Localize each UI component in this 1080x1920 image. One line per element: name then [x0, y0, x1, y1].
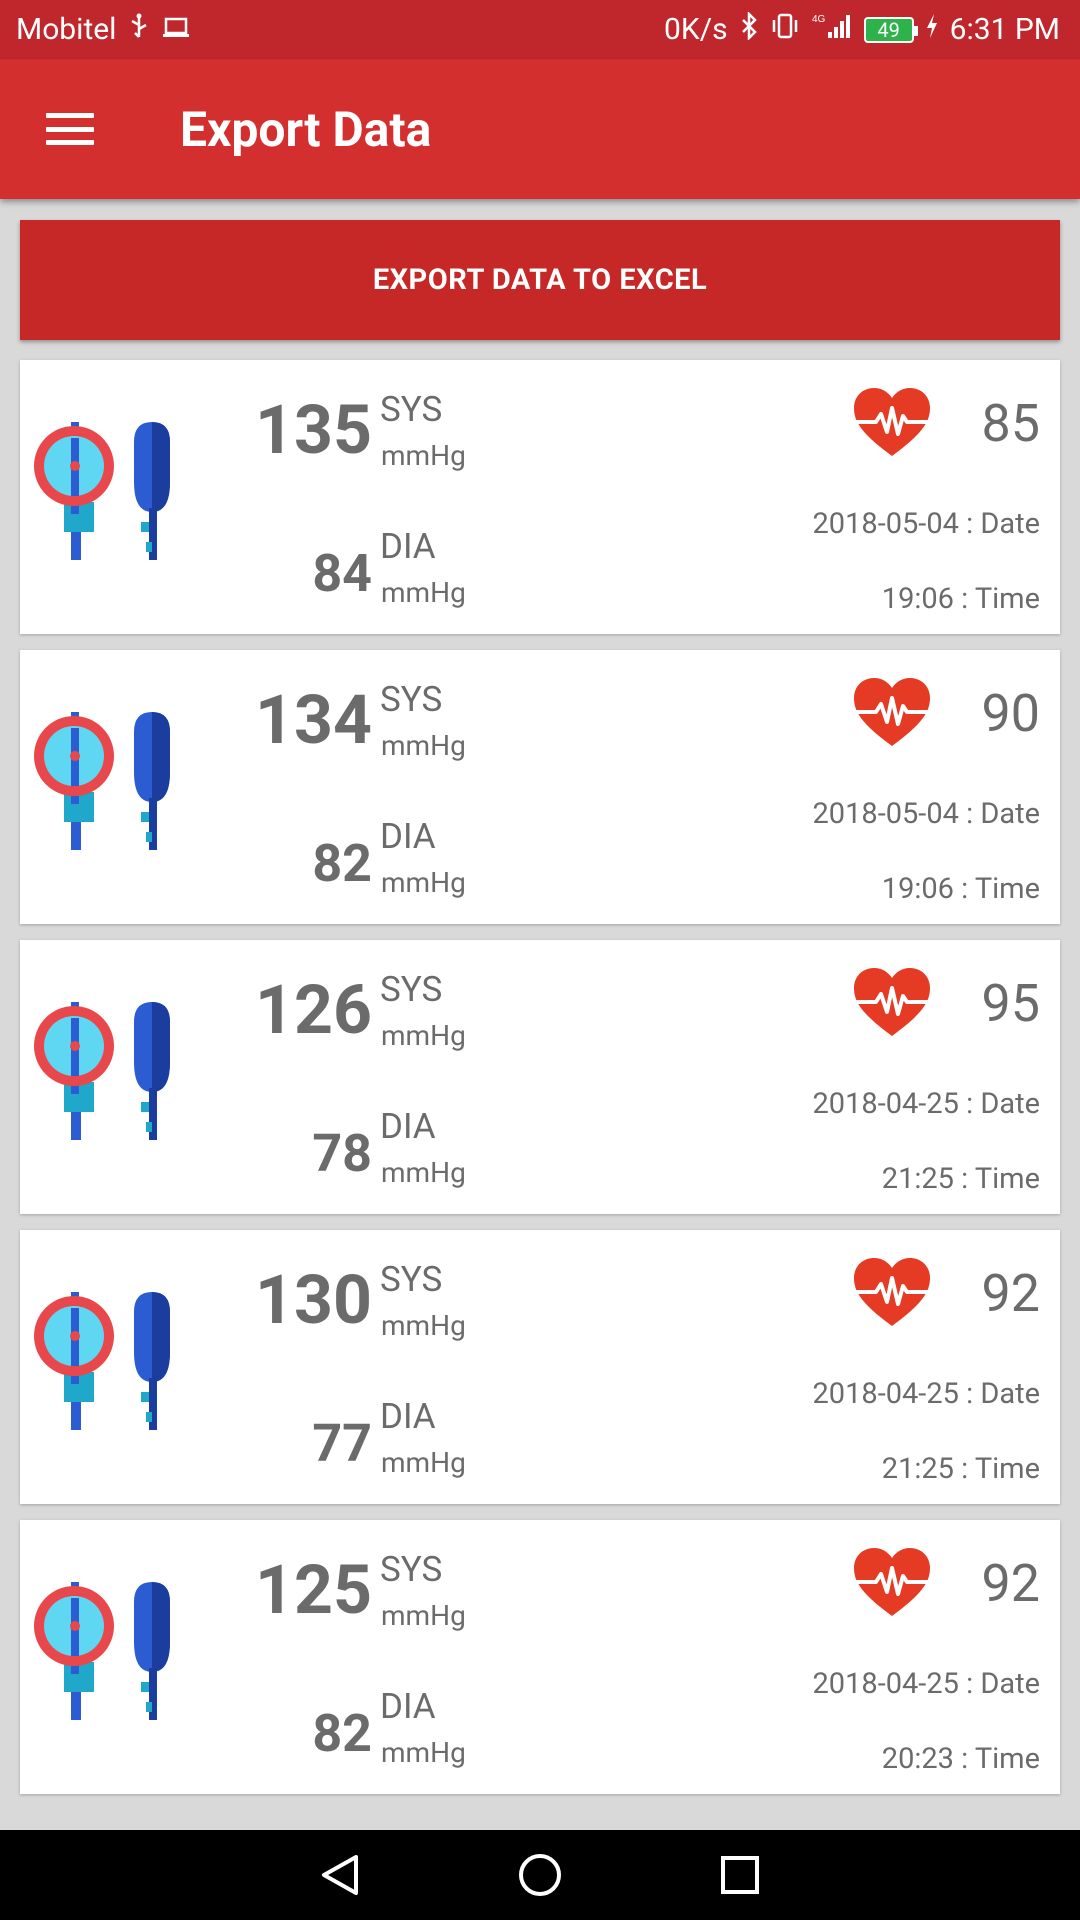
recents-button[interactable] [715, 1850, 765, 1900]
reading-card[interactable]: 126 SYS mmHg 78 DIA mmHg 95 2018-04-25 :… [20, 940, 1060, 1214]
systolic-unit: mmHg [381, 439, 466, 472]
blood-pressure-device-icon [34, 1292, 184, 1436]
diastolic-value: 84 [312, 543, 372, 604]
reading-card[interactable]: 125 SYS mmHg 82 DIA mmHg 92 2018-04-25 :… [20, 1520, 1060, 1794]
heart-rate-icon [852, 1256, 932, 1332]
diastolic-label: DIA [380, 1396, 436, 1437]
pulse-value: 92 [981, 1263, 1040, 1324]
home-circle-icon [519, 1854, 561, 1896]
export-to-excel-button[interactable]: EXPORT DATA TO EXCEL [20, 220, 1060, 340]
heart-rate-icon [852, 966, 932, 1042]
diastolic-unit: mmHg [381, 1156, 466, 1189]
diastolic-label: DIA [380, 816, 436, 857]
systolic-unit: mmHg [381, 1599, 466, 1632]
systolic-unit: mmHg [381, 1309, 466, 1342]
reading-date: 2018-04-25 : Date [812, 1087, 1041, 1121]
reading-time: 21:25 : Time [881, 1162, 1040, 1196]
home-button[interactable] [515, 1850, 565, 1900]
blood-pressure-device-icon [34, 422, 184, 566]
readings-list: 135 SYS mmHg 84 DIA mmHg 85 2018-05-04 :… [20, 360, 1060, 1810]
pulse-value: 90 [981, 683, 1040, 744]
battery-icon: 49 [863, 16, 918, 43]
net-speed: 0K/s [664, 12, 728, 47]
pulse-value: 95 [981, 973, 1040, 1034]
systolic-unit: mmHg [381, 729, 466, 762]
diastolic-value: 78 [312, 1123, 372, 1184]
usb-icon [128, 12, 150, 47]
blood-pressure-device-icon [34, 1002, 184, 1146]
status-right: 0K/s 4G 49 6:31 PM [664, 10, 1060, 48]
status-left: Mobitel [16, 12, 190, 47]
heart-rate-icon [852, 1546, 932, 1622]
pulse-value: 85 [981, 393, 1040, 454]
systolic-label: SYS [380, 969, 443, 1010]
heart-rate-icon [852, 386, 932, 462]
page-title: Export Data [180, 100, 432, 158]
diastolic-unit: mmHg [381, 1736, 466, 1769]
menu-button[interactable] [0, 59, 140, 199]
reading-date: 2018-05-04 : Date [812, 507, 1041, 541]
reading-card[interactable]: 134 SYS mmHg 82 DIA mmHg 90 2018-05-04 :… [20, 650, 1060, 924]
blood-pressure-device-icon [34, 1582, 184, 1726]
recents-square-icon [721, 1856, 759, 1894]
reading-card[interactable]: 135 SYS mmHg 84 DIA mmHg 85 2018-05-04 :… [20, 360, 1060, 634]
charging-icon [926, 12, 938, 47]
back-button[interactable] [315, 1850, 365, 1900]
systolic-label: SYS [380, 679, 443, 720]
reading-time: 19:06 : Time [881, 872, 1040, 906]
hamburger-menu-icon [46, 113, 94, 145]
diastolic-label: DIA [380, 1106, 436, 1147]
heart-rate-icon [852, 676, 932, 752]
systolic-label: SYS [380, 1549, 443, 1590]
reading-time: 19:06 : Time [881, 582, 1040, 616]
systolic-value: 134 [254, 680, 372, 760]
diastolic-value: 82 [312, 1703, 372, 1764]
diastolic-value: 82 [312, 833, 372, 894]
systolic-value: 125 [254, 1550, 372, 1630]
laptop-icon [162, 12, 190, 47]
signal-icon: 4G [812, 12, 852, 48]
reading-time: 21:25 : Time [881, 1452, 1040, 1486]
navigation-bar [0, 1830, 1080, 1920]
status-bar: Mobitel 0K/s 4G 49 6:31 PM [0, 0, 1080, 59]
app-bar: Export Data [0, 59, 1080, 199]
systolic-label: SYS [380, 1259, 443, 1300]
back-triangle-icon [322, 1855, 358, 1895]
battery-level: 49 [877, 17, 900, 42]
diastolic-unit: mmHg [381, 866, 466, 899]
systolic-unit: mmHg [381, 1019, 466, 1052]
reading-date: 2018-05-04 : Date [812, 797, 1041, 831]
diastolic-unit: mmHg [381, 1446, 466, 1479]
diastolic-label: DIA [380, 526, 436, 567]
carrier-name: Mobitel [16, 12, 117, 47]
reading-time: 20:23 : Time [881, 1742, 1040, 1776]
status-time: 6:31 PM [949, 12, 1060, 47]
reading-date: 2018-04-25 : Date [812, 1667, 1041, 1701]
pulse-value: 92 [981, 1553, 1040, 1614]
systolic-value: 130 [254, 1260, 372, 1340]
systolic-label: SYS [380, 389, 443, 430]
reading-card[interactable]: 130 SYS mmHg 77 DIA mmHg 92 2018-04-25 :… [20, 1230, 1060, 1504]
systolic-value: 135 [254, 390, 372, 470]
diastolic-unit: mmHg [381, 576, 466, 609]
vibrate-icon [770, 12, 800, 48]
svg-text:4G: 4G [812, 14, 826, 25]
systolic-value: 126 [254, 970, 372, 1050]
diastolic-value: 77 [312, 1413, 372, 1474]
bluetooth-icon [740, 10, 758, 48]
blood-pressure-device-icon [34, 712, 184, 856]
reading-date: 2018-04-25 : Date [812, 1377, 1041, 1411]
diastolic-label: DIA [380, 1686, 436, 1727]
